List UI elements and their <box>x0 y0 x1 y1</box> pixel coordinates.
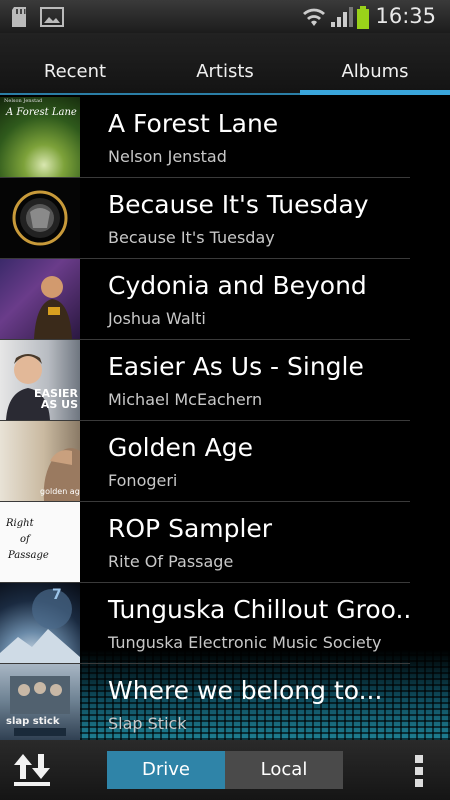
album-list[interactable]: A Forest Lane Nelson Jenstad A Forest La… <box>0 97 450 740</box>
album-title: Tunguska Chillout Groo.. <box>108 595 412 624</box>
cover-title-line-3: Passage <box>8 550 49 561</box>
album-cover <box>0 178 80 258</box>
album-cover: EASIER AS US <box>0 340 80 420</box>
album-artist: Slap Stick <box>108 714 187 733</box>
battery-icon <box>357 6 369 29</box>
album-artist: Because It's Tuesday <box>108 228 275 247</box>
album-row-rop-sampler[interactable]: Right of Passage ROP Sampler Rite Of Pas… <box>0 502 410 583</box>
cover-title-line-1: Right <box>6 518 34 529</box>
cover-art <box>0 589 80 663</box>
album-row-because-its-tuesday[interactable]: Because It's Tuesday Because It's Tuesda… <box>0 178 410 259</box>
album-cover: 7 <box>0 583 80 663</box>
album-cover: slap stick <box>0 664 80 740</box>
wifi-icon <box>303 8 325 26</box>
album-artist: Joshua Walti <box>108 309 206 328</box>
album-row-where-we-belong[interactable]: slap stick Where we belong to... Slap St… <box>0 664 410 740</box>
bottom-toolbar: Drive Local <box>0 740 450 800</box>
album-cover <box>0 259 80 339</box>
cover-art <box>12 190 68 246</box>
album-row-golden-age[interactable]: golden age Golden Age Fonogeri <box>0 421 410 502</box>
album-title: A Forest Lane <box>108 109 279 138</box>
tab-selected-indicator <box>300 90 450 95</box>
tab-albums[interactable]: Albums <box>300 33 450 95</box>
cover-title-line-2: of <box>20 534 30 545</box>
tab-bar: Recent Artists Albums <box>0 33 450 95</box>
album-title: ROP Sampler <box>108 514 273 543</box>
album-title: Because It's Tuesday <box>108 190 369 219</box>
status-bar: 16:35 <box>0 0 450 33</box>
album-artist: Nelson Jenstad <box>108 147 227 166</box>
album-row-easier-as-us[interactable]: EASIER AS US Easier As Us - Single Micha… <box>0 340 410 421</box>
album-title: Where we belong to... <box>108 676 383 705</box>
album-title: Easier As Us - Single <box>108 352 364 381</box>
album-row-a-forest-lane[interactable]: A Forest Lane Nelson Jenstad A Forest La… <box>0 97 410 178</box>
album-artist: Rite Of Passage <box>108 552 234 571</box>
cover-art <box>10 676 70 736</box>
drive-source-button[interactable]: Drive <box>107 751 225 789</box>
image-icon <box>40 7 64 27</box>
sd-card-icon <box>12 7 26 27</box>
signal-icon <box>331 7 353 27</box>
upload-download-icon[interactable] <box>12 750 52 790</box>
cover-artist: Nelson Jenstad <box>4 98 43 104</box>
status-clock: 16:35 <box>375 4 436 28</box>
cover-title: golden age <box>40 487 80 496</box>
album-row-cydonia-and-beyond[interactable]: Cydonia and Beyond Joshua Walti <box>0 259 410 340</box>
cover-art <box>34 276 72 339</box>
cover-title: EASIER AS US <box>34 387 79 411</box>
overflow-menu-icon[interactable] <box>412 755 426 787</box>
tab-artists[interactable]: Artists <box>150 33 300 95</box>
cover-title: slap stick <box>6 716 60 727</box>
album-cover: golden age <box>0 421 80 501</box>
local-source-button[interactable]: Local <box>225 751 343 789</box>
album-title: Golden Age <box>108 433 254 462</box>
album-artist: Michael McEachern <box>108 390 263 409</box>
album-cover: A Forest Lane Nelson Jenstad <box>0 97 80 177</box>
album-title: Cydonia and Beyond <box>108 271 367 300</box>
album-cover: Right of Passage <box>0 502 80 582</box>
cover-number: 7 <box>52 587 62 603</box>
album-artist: Tunguska Electronic Music Society <box>108 633 382 652</box>
album-artist: Fonogeri <box>108 471 178 490</box>
album-row-tunguska-chillout[interactable]: 7 Tunguska Chillout Groo.. Tunguska Elec… <box>0 583 412 664</box>
tab-recent[interactable]: Recent <box>0 33 150 95</box>
cover-title: A Forest Lane <box>6 107 77 118</box>
